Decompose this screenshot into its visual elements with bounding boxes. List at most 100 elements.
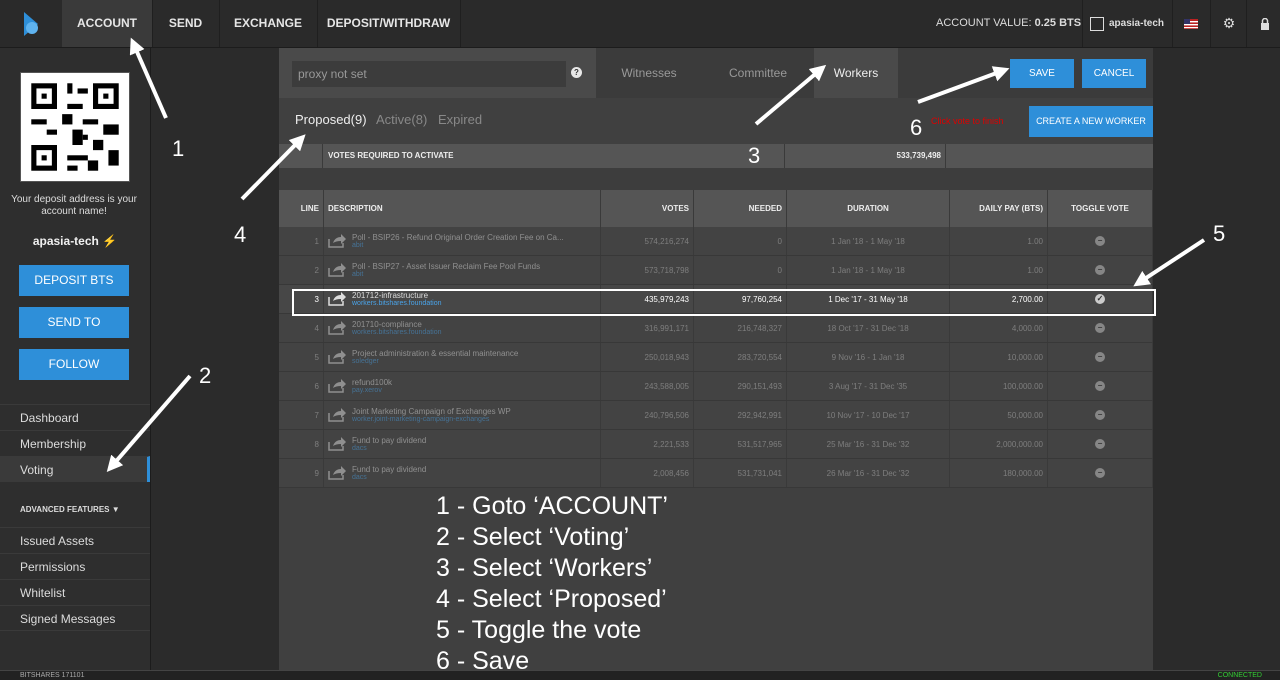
sidebar-item-dashboard[interactable]: Dashboard (0, 404, 150, 430)
worker-title: Project administration & essential maint… (352, 349, 519, 358)
proxy-row: proxy not set ? Witnesses Committee Work… (279, 48, 1153, 98)
workers-table: LINE DESCRIPTION VOTES NEEDED DURATION D… (279, 190, 1153, 488)
tab-workers[interactable]: Workers (814, 48, 898, 98)
share-icon[interactable] (328, 263, 346, 277)
create-worker-button[interactable]: CREATE A NEW WORKER (1029, 106, 1153, 137)
sidebar-item-voting[interactable]: Voting (0, 456, 150, 482)
table-row: 1 Poll - BSIP26 - Refund Original Order C… (279, 227, 1153, 256)
row-toggle-vote[interactable]: − (1047, 400, 1153, 430)
row-daily-pay: 2,000,000.00 (949, 429, 1048, 459)
sidebar-item-whitelist[interactable]: Whitelist (0, 579, 150, 605)
nav-tab-account[interactable]: ACCOUNT (62, 0, 153, 47)
row-needed: 292,942,991 (693, 400, 787, 430)
tab-witnesses[interactable]: Witnesses (596, 48, 702, 98)
tab-committee[interactable]: Committee (702, 48, 814, 98)
step-3: 3 - Select ‘Workers’ (436, 554, 653, 582)
share-icon[interactable] (328, 437, 346, 451)
row-line: 8 (279, 429, 324, 459)
cancel-button[interactable]: CANCEL (1082, 59, 1146, 88)
row-description: Poll - BSIP27 - Asset Issuer Reclaim Fee… (323, 255, 601, 285)
table-row: 4 201710-compliance workers.bitshares.foun… (279, 313, 1153, 343)
worker-account-link[interactable]: worker.joint-marketing-campaign-exchange… (352, 416, 511, 423)
help-icon[interactable]: ? (571, 67, 582, 78)
send-to-button[interactable]: SEND TO (19, 307, 129, 338)
annotation-2: 2 (199, 363, 212, 388)
row-toggle-vote[interactable]: − (1047, 313, 1153, 343)
subtab-expired[interactable]: Expired (438, 112, 482, 127)
worker-account-link[interactable]: workers.bitshares.foundation (352, 300, 442, 307)
row-votes: 573,718,798 (600, 255, 694, 285)
annotation-3: 3 (748, 143, 761, 168)
worker-account-link[interactable]: workers.bitshares.foundation (352, 329, 442, 336)
share-icon[interactable] (328, 292, 346, 306)
minus-icon[interactable]: − (1095, 410, 1105, 420)
share-icon[interactable] (328, 466, 346, 480)
row-toggle-vote[interactable]: − (1047, 255, 1153, 285)
col-votes: VOTES (600, 190, 694, 227)
table-row: 5 Project administration & essential main… (279, 342, 1153, 372)
worker-account-link[interactable]: soledger (352, 358, 518, 365)
save-button[interactable]: SAVE (1010, 59, 1074, 88)
nav-tab-send[interactable]: SEND (152, 0, 220, 47)
worker-account-link[interactable]: dacs (352, 445, 426, 452)
follow-button[interactable]: FOLLOW (19, 349, 129, 380)
share-icon[interactable] (328, 408, 346, 422)
nav-tab-deposit-withdraw[interactable]: DEPOSIT/WITHDRAW (317, 0, 461, 47)
row-votes: 316,991,171 (600, 313, 694, 343)
minus-icon[interactable]: − (1095, 468, 1105, 478)
worker-account-link[interactable]: abit (352, 271, 540, 278)
subtab-proposed[interactable]: Proposed(9) (295, 112, 367, 127)
row-duration: 9 Nov '16 - 1 Jan '18 (786, 342, 950, 372)
share-icon[interactable] (328, 379, 346, 393)
row-needed: 97,760,254 (693, 284, 787, 314)
checkmark-icon[interactable]: ✓ (1095, 294, 1105, 304)
step-2: 2 - Select ‘Voting’ (436, 523, 630, 551)
minus-icon[interactable]: − (1095, 265, 1105, 275)
subtab-active[interactable]: Active(8) (376, 112, 427, 127)
us-flag-icon[interactable] (1172, 0, 1209, 47)
sidebar: Your deposit address is your account nam… (0, 48, 151, 679)
share-icon[interactable] (328, 350, 346, 364)
row-toggle-vote[interactable]: − (1047, 429, 1153, 459)
worker-account-link[interactable]: dacs (352, 474, 426, 481)
advanced-features-toggle[interactable]: ADVANCED FEATURES ▼ (20, 505, 120, 514)
col-needed: NEEDED (693, 190, 787, 227)
row-toggle-vote[interactable]: ✓ (1047, 284, 1153, 314)
share-icon[interactable] (328, 321, 346, 335)
minus-icon[interactable]: − (1095, 439, 1105, 449)
worker-account-link[interactable]: abit (352, 242, 564, 249)
worker-title: Fund to pay dividend (352, 436, 427, 445)
worker-account-link[interactable]: pay.xerov (352, 387, 392, 394)
account-value-label: ACCOUNT VALUE: (936, 17, 1032, 29)
row-description: Fund to pay dividend dacs (323, 458, 601, 488)
sidebar-item-membership[interactable]: Membership (0, 430, 150, 456)
gear-icon[interactable]: ⚙ (1210, 0, 1247, 47)
proxy-input[interactable]: proxy not set (292, 61, 566, 87)
row-needed: 290,151,493 (693, 371, 787, 401)
nav-tab-exchange[interactable]: EXCHANGE (219, 0, 318, 47)
bitshares-logo[interactable] (20, 10, 42, 38)
share-icon[interactable] (328, 234, 346, 248)
row-description: 201712-infrastructure workers.bitshares.f… (323, 284, 601, 314)
minus-icon[interactable]: − (1095, 323, 1105, 333)
lock-icon[interactable] (1246, 0, 1280, 47)
row-line: 9 (279, 458, 324, 488)
sidebar-item-permissions[interactable]: Permissions (0, 553, 150, 579)
row-daily-pay: 1.00 (949, 227, 1048, 256)
row-votes: 250,018,943 (600, 342, 694, 372)
table-row: 9 Fund to pay dividend dacs 2,008,456 531,73… (279, 458, 1153, 488)
minus-icon[interactable]: − (1095, 352, 1105, 362)
row-toggle-vote[interactable]: − (1047, 227, 1153, 256)
minus-icon[interactable]: − (1095, 381, 1105, 391)
row-toggle-vote[interactable]: − (1047, 342, 1153, 372)
click-vote-note: Click vote to finish (931, 116, 1004, 126)
row-duration: 25 Mar '16 - 31 Dec '32 (786, 429, 950, 459)
sidebar-item-signed-messages[interactable]: Signed Messages (0, 605, 150, 631)
minus-icon[interactable]: − (1095, 236, 1105, 246)
row-toggle-vote[interactable]: − (1047, 458, 1153, 488)
sidebar-item-issued-assets[interactable]: Issued Assets (0, 527, 150, 553)
deposit-bts-button[interactable]: DEPOSIT BTS (19, 265, 129, 296)
user-menu[interactable]: apasia-tech (1082, 0, 1171, 47)
row-toggle-vote[interactable]: − (1047, 371, 1153, 401)
row-needed: 531,517,965 (693, 429, 787, 459)
